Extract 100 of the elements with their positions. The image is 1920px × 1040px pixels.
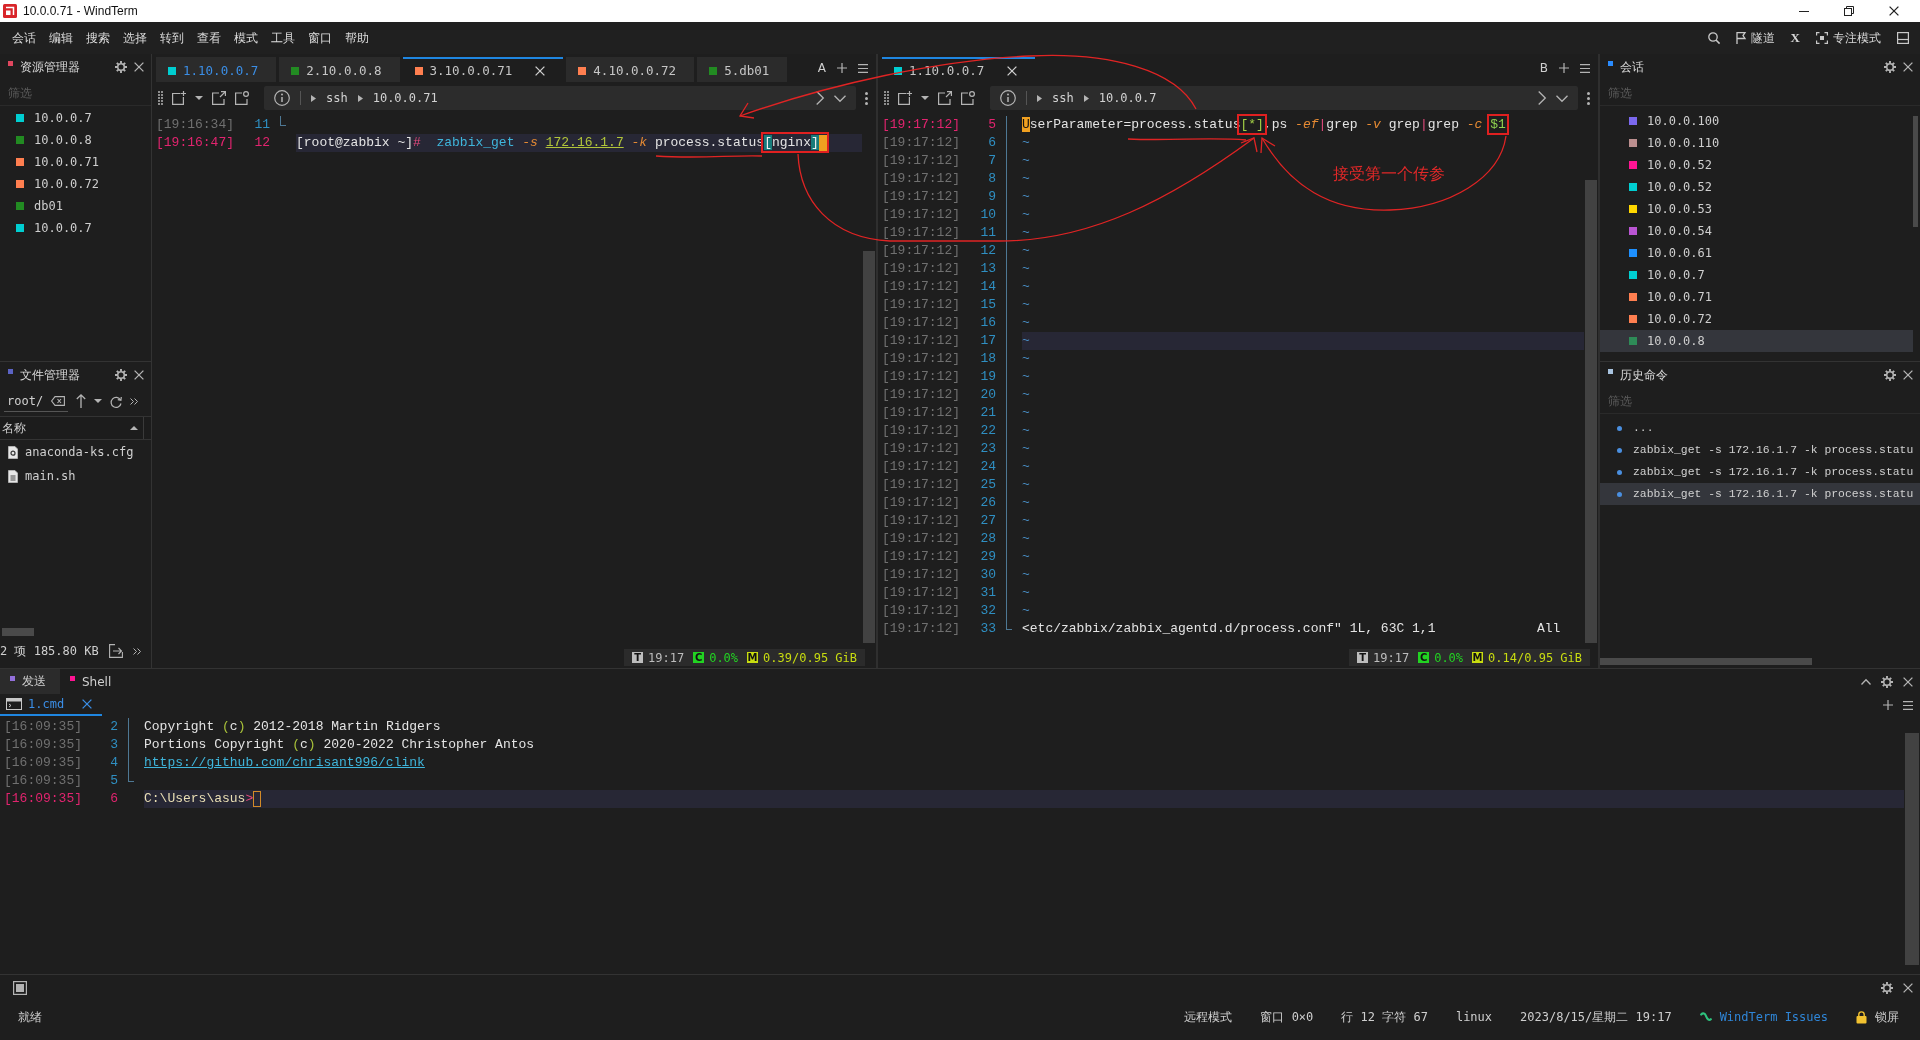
scrollbar-thumb[interactable]: [1913, 116, 1918, 227]
file-item[interactable]: main.sh: [0, 464, 151, 488]
add-icon[interactable]: [1559, 63, 1569, 73]
settings-icon[interactable]: [1881, 982, 1893, 994]
settings-icon[interactable]: [1881, 675, 1893, 688]
session-item[interactable]: 10.0.0.7: [0, 107, 151, 129]
menu-item[interactable]: 会话: [6, 29, 42, 47]
add-icon[interactable]: [837, 63, 847, 73]
settings-icon[interactable]: [1884, 61, 1896, 73]
window-arrow-icon[interactable]: [938, 91, 952, 105]
session-item[interactable]: 10.0.0.8: [0, 129, 151, 151]
breadcrumb-item[interactable]: ssh: [1052, 91, 1074, 105]
issues-link[interactable]: WindTerm Issues: [1699, 1010, 1828, 1024]
close-icon[interactable]: [1889, 6, 1899, 16]
menu-item[interactable]: 窗口: [302, 29, 338, 47]
layout-icon[interactable]: [1897, 32, 1909, 44]
info-icon[interactable]: [274, 90, 290, 106]
session-item[interactable]: 10.0.0.61: [1600, 242, 1913, 264]
chevron-right-icon[interactable]: [1538, 91, 1546, 105]
new-window-icon[interactable]: [898, 91, 912, 105]
session-item[interactable]: 10.0.0.71: [1600, 286, 1913, 308]
chevrons-right-icon[interactable]: [130, 397, 139, 405]
session-item[interactable]: 10.0.0.8: [1600, 330, 1913, 352]
breadcrumb-item[interactable]: ssh: [326, 91, 348, 105]
up-arrow-icon[interactable]: [76, 394, 87, 408]
menu-icon[interactable]: [1903, 700, 1913, 710]
chevron-right-icon[interactable]: [816, 91, 824, 105]
menu-item[interactable]: 工具: [265, 29, 301, 47]
link[interactable]: https://github.com/chrisant996/clink: [144, 754, 425, 772]
panel-tab[interactable]: 发送: [0, 669, 60, 694]
new-window-icon[interactable]: [172, 91, 186, 105]
caret-icon[interactable]: [195, 96, 203, 100]
caret-icon[interactable]: [921, 96, 929, 100]
window-dot-icon[interactable]: [235, 91, 249, 105]
tab[interactable]: 2.10.0.0.8: [279, 57, 400, 82]
filter-field[interactable]: 筛选: [1600, 80, 1920, 106]
tab[interactable]: 4.10.0.0.72: [566, 57, 695, 82]
address-bar[interactable]: ssh 10.0.0.71: [264, 86, 856, 110]
address-bar[interactable]: ssh 10.0.0.7: [990, 86, 1578, 110]
menu-item[interactable]: 模式: [228, 29, 264, 47]
tab[interactable]: 1.cmd: [0, 694, 103, 716]
close-icon[interactable]: [1903, 62, 1913, 72]
filter-field[interactable]: 筛选: [1600, 388, 1920, 414]
lock-button[interactable]: 锁屏: [1856, 1008, 1899, 1026]
info-icon[interactable]: [1000, 90, 1016, 106]
drag-handle-icon[interactable]: [884, 91, 889, 105]
chevron-down-icon[interactable]: [834, 94, 846, 102]
scrollbar-thumb[interactable]: [1600, 658, 1812, 665]
settings-icon[interactable]: [1884, 369, 1896, 381]
scrollbar-thumb[interactable]: [1585, 180, 1597, 643]
x-button[interactable]: X: [1790, 30, 1800, 46]
restore-icon[interactable]: [1844, 6, 1854, 16]
breadcrumb-item[interactable]: 10.0.0.71: [372, 91, 438, 105]
collapse-icon[interactable]: [1861, 678, 1871, 685]
menu-item[interactable]: 转到: [154, 29, 190, 47]
add-icon[interactable]: [1883, 700, 1893, 710]
menu-icon[interactable]: [1580, 63, 1590, 73]
tunnel-button[interactable]: 隧道: [1735, 29, 1775, 47]
chevron-down-icon[interactable]: [1556, 94, 1568, 102]
settings-icon[interactable]: [115, 369, 127, 381]
menu-item[interactable]: 帮助: [339, 29, 375, 47]
menu-icon[interactable]: [858, 63, 868, 73]
more-icon[interactable]: [1587, 91, 1590, 105]
drag-handle-icon[interactable]: [158, 91, 163, 105]
window-arrow-icon[interactable]: [212, 91, 226, 105]
filter-field[interactable]: 筛选: [0, 80, 151, 106]
menu-item[interactable]: 查看: [191, 29, 227, 47]
history-item[interactable]: zabbix_get -s 172.16.1.7 -k process.statu: [1600, 483, 1920, 505]
close-icon[interactable]: [134, 62, 144, 72]
session-item[interactable]: 10.0.0.52: [1600, 154, 1913, 176]
session-item[interactable]: 10.0.0.54: [1600, 220, 1913, 242]
settings-icon[interactable]: [115, 61, 127, 73]
scrollbar-thumb[interactable]: [1905, 733, 1919, 965]
window-dot-icon[interactable]: [961, 91, 975, 105]
tab[interactable]: 5.db01: [697, 57, 788, 82]
close-icon[interactable]: [1903, 983, 1913, 993]
menu-item[interactable]: 编辑: [43, 29, 79, 47]
file-item[interactable]: anaconda-ks.cfg: [0, 440, 151, 464]
breadcrumb-item[interactable]: 10.0.0.7: [1098, 91, 1157, 105]
session-item[interactable]: db01: [0, 195, 151, 217]
caret-icon[interactable]: [94, 399, 103, 403]
refresh-icon[interactable]: [110, 394, 123, 408]
session-item[interactable]: 10.0.0.71: [0, 151, 151, 173]
scrollbar-thumb[interactable]: [863, 251, 875, 643]
column-header[interactable]: 名称: [0, 417, 144, 439]
session-item[interactable]: 10.0.0.72: [1600, 308, 1913, 330]
history-item[interactable]: zabbix_get -s 172.16.1.7 -k process.statu: [1600, 439, 1920, 461]
close-icon[interactable]: [1903, 370, 1913, 380]
minimize-icon[interactable]: [1799, 10, 1809, 12]
session-item[interactable]: 10.0.0.7: [1600, 264, 1913, 286]
export-icon[interactable]: [108, 644, 123, 658]
menu-item[interactable]: 选择: [117, 29, 153, 47]
close-icon[interactable]: [1903, 676, 1913, 687]
history-item[interactable]: zabbix_get -s 172.16.1.7 -k process.statu: [1600, 461, 1920, 483]
close-icon[interactable]: [134, 370, 144, 380]
search-icon[interactable]: [1707, 32, 1720, 44]
session-item[interactable]: 10.0.0.72: [0, 173, 151, 195]
session-item[interactable]: 10.0.0.7: [0, 217, 151, 239]
chevrons-right-icon[interactable]: [132, 647, 141, 655]
session-item[interactable]: 10.0.0.53: [1600, 198, 1913, 220]
